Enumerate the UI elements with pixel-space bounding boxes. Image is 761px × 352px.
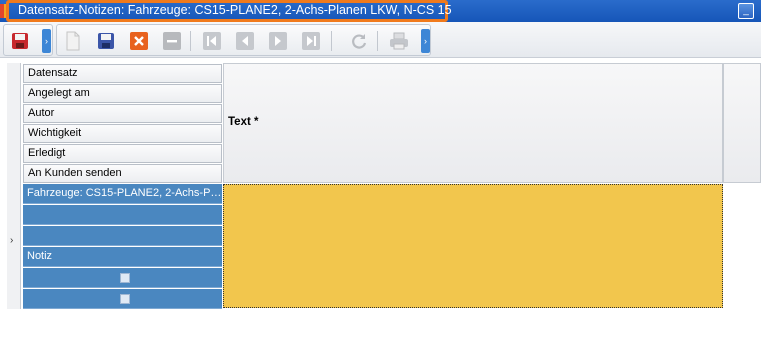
toolbar-group-2: › — [56, 24, 431, 56]
row-header-datensatz[interactable]: Datensatz — [23, 64, 222, 83]
save-close-icon — [12, 33, 28, 49]
remove-button[interactable] — [160, 29, 184, 53]
save-button[interactable] — [94, 29, 118, 53]
print-button[interactable] — [387, 29, 411, 53]
refresh-button[interactable] — [347, 29, 371, 53]
cell-an-kunden-senden[interactable] — [23, 289, 222, 309]
first-record-icon — [203, 32, 221, 50]
cell-wichtigkeit[interactable]: Notiz — [23, 247, 222, 267]
print-icon — [390, 32, 408, 50]
new-button[interactable] — [61, 29, 85, 53]
previous-record-button[interactable] — [233, 29, 257, 53]
first-record-button[interactable] — [200, 29, 224, 53]
previous-record-icon — [236, 32, 254, 50]
minimize-button[interactable]: _ — [738, 3, 754, 19]
last-record-icon — [302, 32, 320, 50]
row-header-an-kunden-senden[interactable]: An Kunden senden — [23, 164, 222, 183]
title-bar: Datensatz-Notizen: Fahrzeuge: CS15-PLANE… — [0, 0, 761, 22]
window-title: Datensatz-Notizen: Fahrzeuge: CS15-PLANE… — [18, 3, 452, 17]
cell-datensatz[interactable]: Fahrzeuge: CS15-PLANE2, 2-Achs-Planen LK… — [23, 184, 222, 204]
remove-icon — [163, 32, 181, 50]
row-header-erledigt[interactable]: Erledigt — [23, 144, 222, 163]
toolbar-separator — [190, 31, 191, 51]
cell-erledigt[interactable] — [23, 268, 222, 288]
row-header-autor[interactable]: Autor — [23, 104, 222, 123]
last-record-button[interactable] — [299, 29, 323, 53]
new-document-icon — [66, 31, 80, 51]
toolbar-separator — [377, 31, 378, 51]
row-header-wichtigkeit[interactable]: Wichtigkeit — [23, 124, 222, 143]
cell-autor[interactable] — [23, 226, 222, 246]
text-cell-editor[interactable] — [223, 184, 723, 308]
text-column-header-label: Text * — [228, 116, 259, 128]
an-kunden-senden-checkbox[interactable] — [119, 294, 130, 304]
cell-angelegt-am[interactable] — [23, 205, 222, 225]
toolbar-separator — [331, 31, 332, 51]
save-close-button[interactable] — [8, 29, 32, 53]
notes-grid: › Datensatz Angelegt am Autor Wichtigkei… — [0, 58, 761, 352]
toolbar-overflow-chevron[interactable]: › — [421, 29, 430, 53]
save-icon — [98, 33, 114, 49]
toolbar-overflow-chevron[interactable]: › — [42, 29, 51, 53]
toolbar-group-1: › — [3, 24, 53, 56]
erledigt-checkbox[interactable] — [119, 273, 130, 283]
row-selector-column: › — [7, 63, 21, 309]
row-header-angelegt-am[interactable]: Angelegt am — [23, 84, 222, 103]
current-row-indicator[interactable]: › — [10, 235, 13, 246]
next-record-button[interactable] — [266, 29, 290, 53]
extra-column-header[interactable] — [723, 63, 761, 183]
delete-button[interactable] — [127, 29, 151, 53]
delete-icon — [130, 32, 148, 50]
next-record-icon — [269, 32, 287, 50]
toolbar: › › — [0, 22, 761, 58]
text-column-header[interactable]: Text * — [223, 63, 723, 183]
refresh-icon — [352, 34, 367, 49]
